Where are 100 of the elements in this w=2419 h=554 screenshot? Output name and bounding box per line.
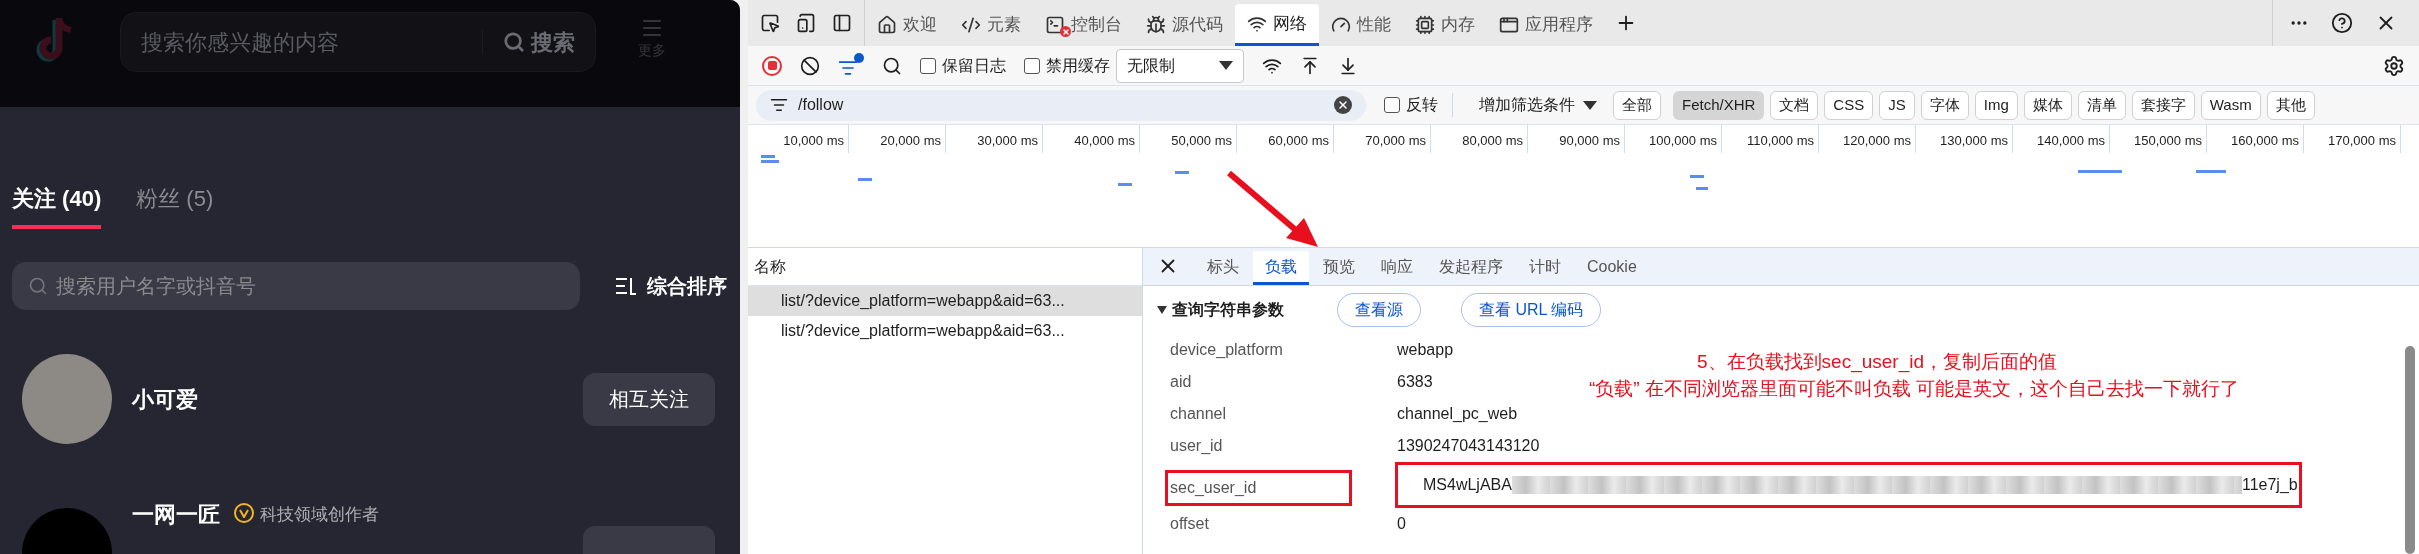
timeline-tick: 50,000 ms (1140, 125, 1237, 153)
filter-value: /follow (798, 95, 845, 115)
devtools-tab[interactable]: 欢迎 (865, 4, 949, 46)
timeline-tick: 30,000 ms (946, 125, 1043, 153)
filter-toggle-icon[interactable] (838, 53, 864, 78)
follow-tab[interactable]: 关注 (40) (12, 182, 102, 229)
sort-icon (615, 277, 637, 295)
timeline-tick: 130,000 ms (1916, 125, 2013, 153)
request-row[interactable]: list/?device_platform=webapp&aid=63... (748, 316, 1142, 346)
timeline-tick: 20,000 ms (849, 125, 946, 153)
user-name: 一网一匠 (132, 501, 220, 529)
type-filter-chip[interactable]: Img (1974, 90, 2018, 120)
timeline-tick: 100,000 ms (1625, 125, 1722, 153)
detail-tab[interactable]: 预览 (1311, 251, 1367, 285)
param-value: 0 (1397, 514, 1406, 534)
timeline-tick: 120,000 ms (1819, 125, 1916, 153)
param-name: channel (1170, 404, 1228, 424)
tab-icon (1499, 15, 1519, 35)
param-name: aid (1170, 372, 1193, 392)
annotation-text: “负载” 在不同浏览器里面可能不叫负载 可能是英文，这个自己去找一下就行了 (1589, 377, 2240, 401)
record-icon[interactable] (762, 55, 782, 76)
param-name: device_platform (1170, 340, 1284, 360)
tab-icon (877, 15, 897, 35)
param-value: 11e7j_b (2241, 475, 2298, 495)
checkbox-label: 保留日志 (942, 55, 1006, 76)
type-filter-chip[interactable]: 文档 (1770, 90, 1819, 120)
param-value: channel_pc_web (1397, 404, 1518, 424)
timeline-tick: 160,000 ms (2207, 125, 2304, 153)
search-button[interactable]: 搜索 (503, 25, 575, 59)
type-filter-chip[interactable]: 其他 (2266, 90, 2315, 120)
type-filter-chip[interactable]: Wasm (2200, 90, 2261, 120)
param-value: MS4wLjABA (1423, 475, 1512, 495)
param-value: 1390247043143120 (1397, 436, 1540, 456)
checkbox[interactable] (1024, 57, 1040, 74)
follow-tab[interactable]: 粉丝 (5) (136, 182, 214, 229)
user-name: 小可爱 (132, 385, 199, 414)
type-filter-chip[interactable]: 媒体 (2023, 90, 2072, 120)
type-filter-chip[interactable]: 全部 (1613, 90, 1661, 120)
detail-tab[interactable]: 标头 (1195, 251, 1251, 285)
timeline-tick: 10,000 ms (752, 125, 849, 153)
type-filter-chip[interactable]: JS (1879, 90, 1915, 120)
throttle-select[interactable]: 无限制 (1116, 48, 1244, 83)
section-title[interactable]: 查询字符串参数 (1172, 298, 1297, 322)
timeline-tick: 170,000 ms (2304, 125, 2401, 153)
annotation-text: 5、在负载找到sec_user_id，复制后面的值 (1697, 350, 2058, 375)
filter-icon (770, 96, 788, 114)
detail-tab[interactable]: 响应 (1369, 251, 1425, 285)
caret-icon (1219, 61, 1233, 70)
param-name: user_id (1170, 436, 1224, 456)
devtools-tab[interactable]: 源代码 (1134, 4, 1235, 46)
device-icon[interactable] (796, 13, 816, 33)
inspect-icon[interactable] (760, 13, 780, 33)
param-name: offset (1170, 514, 1210, 534)
search-icon (28, 276, 48, 296)
timeline-tick: 60,000 ms (1237, 125, 1334, 153)
type-filter-chip[interactable]: Fetch/XHR (1673, 90, 1765, 120)
param-name: sec_user_id (1170, 478, 1257, 498)
timeline-tick: 90,000 ms (1528, 125, 1625, 153)
devtools-tab[interactable]: 性能 (1319, 4, 1403, 46)
type-filter-chip[interactable]: 套接字 (2131, 90, 2195, 120)
section-toggle-icon[interactable] (1157, 306, 1167, 314)
detail-tab[interactable]: 发起程序 (1427, 251, 1515, 285)
type-filter-chip[interactable]: 字体 (1920, 90, 1969, 120)
type-filter-chip[interactable]: CSS (1824, 90, 1874, 120)
sort-button[interactable]: 综合排序 (615, 271, 727, 301)
param-value: 6383 (1397, 372, 1433, 392)
search-placeholder: 搜索用户名字或抖音号 (56, 274, 256, 299)
verified-badge-icon (234, 503, 254, 523)
checkbox[interactable] (1384, 97, 1400, 113)
request-row[interactable]: list/?device_platform=webapp&aid=63... (748, 286, 1142, 316)
devtools-tab[interactable]: 元素 (949, 4, 1033, 46)
type-filter-chip[interactable]: 清单 (2077, 90, 2126, 120)
search-icon[interactable] (882, 55, 902, 76)
devtools-tab[interactable]: 控制台 (1033, 4, 1134, 46)
devtools-tab[interactable]: 网络 (1235, 4, 1319, 46)
devtools-tab[interactable]: 应用程序 (1487, 4, 1605, 46)
detail-tab[interactable]: Cookie (1575, 251, 1649, 285)
search-placeholder: 搜索你感兴趣的内容 (141, 28, 340, 57)
devtools-tab[interactable]: 内存 (1403, 4, 1487, 46)
tab-icon (1045, 15, 1065, 35)
filter-field[interactable]: /follow (756, 89, 1366, 121)
help-icon[interactable] (2331, 12, 2353, 34)
timeline-tick: 70,000 ms (1334, 125, 1431, 153)
tab-icon (961, 15, 981, 35)
upload-icon[interactable] (1300, 55, 1320, 76)
mutual-follow-button[interactable]: 相互关注 (583, 372, 715, 426)
download-icon[interactable] (1338, 55, 1358, 76)
dock-icon[interactable] (832, 13, 852, 33)
checkbox[interactable] (920, 57, 936, 74)
tab-icon (1415, 15, 1435, 35)
detail-tab[interactable]: 计时 (1517, 251, 1573, 285)
detail-tab[interactable]: 负载 (1253, 251, 1309, 285)
clear-icon[interactable] (800, 55, 820, 76)
clear-filter-icon[interactable] (1334, 96, 1352, 114)
timeline-tick: 150,000 ms (2110, 125, 2207, 153)
param-value: webapp (1397, 340, 1454, 360)
add-filter-dropdown[interactable]: 增加筛选条件 (1479, 93, 1597, 117)
settings-icon[interactable] (2383, 54, 2405, 77)
timeline-tick: 40,000 ms (1043, 125, 1140, 153)
search-field[interactable]: 搜索你感兴趣的内容 搜索 (120, 12, 596, 72)
